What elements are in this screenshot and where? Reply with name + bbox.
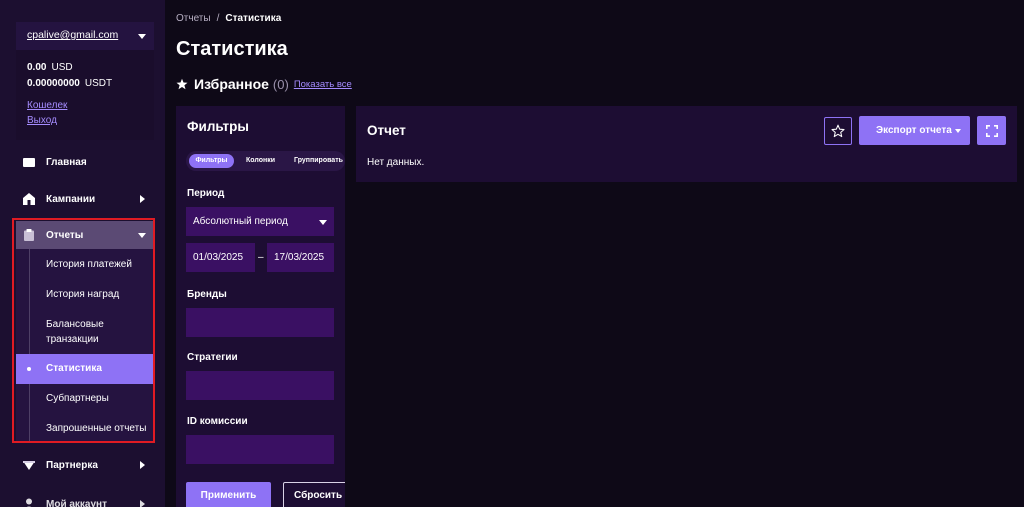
diamond-icon	[23, 461, 35, 470]
date-from-input[interactable]: 01/03/2025	[186, 243, 255, 272]
balance-usdt: 0.00000000 USDT	[27, 78, 112, 89]
report-panel: Отчет Нет данных. Экспорт отчета	[356, 106, 1017, 182]
show-all-link[interactable]: Показать все	[294, 79, 352, 90]
sidebar-item-home[interactable]: Главная	[16, 148, 154, 176]
star-icon	[176, 78, 188, 90]
commission-id-input[interactable]	[186, 435, 334, 464]
account-card: cpalive@gmail.com 0.00 USD 0.00000000 USDT…	[16, 22, 154, 140]
page-title: Статистика	[176, 38, 288, 60]
breadcrumb-separator: /	[216, 13, 220, 24]
export-report-button[interactable]: Экспорт отчета	[859, 116, 970, 145]
breadcrumb-parent-link[interactable]: Отчеты	[176, 13, 211, 24]
strategies-input[interactable]	[186, 371, 334, 400]
chevron-right-icon	[140, 195, 145, 203]
export-report-label: Экспорт отчета	[876, 125, 952, 136]
fullscreen-button[interactable]	[977, 116, 1006, 145]
balance-amount: 0.00	[27, 62, 47, 73]
brands-label: Бренды	[187, 289, 227, 300]
chevron-right-icon	[140, 461, 145, 469]
add-favorite-button[interactable]	[824, 117, 852, 145]
favorites-row: Избранное (0) Показать все	[176, 76, 352, 92]
fullscreen-icon	[985, 124, 998, 137]
sidebar-item-label: Главная	[46, 156, 87, 168]
balance-usd: 0.00 USD	[27, 62, 73, 73]
period-select-value: Абсолютный период	[193, 216, 288, 227]
filters-panel: Фильтры Фильтры Колонки Группировать Пер…	[176, 106, 345, 507]
sidebar: cpalive@gmail.com 0.00 USD 0.00000000 USDT…	[0, 0, 165, 507]
chevron-down-icon[interactable]	[138, 34, 146, 39]
breadcrumb: Отчеты / Статистика	[176, 13, 281, 24]
wallet-link[interactable]: Кошелек	[27, 100, 67, 111]
account-dropdown[interactable]: cpalive@gmail.com	[16, 22, 154, 50]
balance-currency: USDT	[84, 78, 113, 89]
favorites-count: (0)	[272, 76, 289, 92]
chevron-down-icon	[319, 220, 327, 225]
tab-columns[interactable]: Колонки	[246, 154, 275, 168]
period-select[interactable]: Абсолютный период	[186, 207, 334, 236]
sidebar-item-my-account[interactable]: Мой аккаунт	[16, 490, 154, 507]
report-title: Отчет	[367, 123, 406, 138]
filter-tabs: Фильтры Колонки Группировать	[186, 151, 345, 171]
date-range-dash: –	[258, 252, 264, 263]
balance-amount: 0.00000000	[27, 78, 80, 89]
date-to-input[interactable]: 17/03/2025	[267, 243, 334, 272]
chevron-down-icon	[955, 129, 961, 133]
sidebar-item-partner[interactable]: Партнерка	[16, 451, 154, 479]
home-screen-icon	[23, 158, 35, 167]
sidebar-item-label: Мой аккаунт	[46, 498, 107, 507]
date-from-value: 01/03/2025	[193, 252, 244, 263]
period-label: Период	[187, 188, 225, 199]
sidebar-item-label: Партнерка	[46, 459, 98, 471]
sidebar-item-label: Кампании	[46, 193, 96, 205]
favorites-label: Избранное	[194, 76, 269, 92]
strategies-label: Стратегии	[187, 352, 238, 363]
account-email[interactable]: cpalive@gmail.com	[27, 29, 118, 41]
tab-grouping[interactable]: Группировать	[294, 154, 343, 168]
brands-input[interactable]	[186, 308, 334, 337]
date-to-value: 17/03/2025	[274, 252, 325, 263]
logout-link[interactable]: Выход	[27, 115, 57, 126]
tab-filters[interactable]: Фильтры	[189, 154, 234, 168]
user-icon	[26, 498, 32, 507]
house-icon	[23, 193, 35, 205]
sidebar-item-campaigns[interactable]: Кампании	[16, 185, 154, 213]
highlight-annotation-box	[12, 218, 155, 443]
commission-id-label: ID комиссии	[187, 416, 248, 427]
reset-button[interactable]: Сбросить	[283, 482, 345, 507]
breadcrumb-current: Статистика	[225, 13, 282, 24]
apply-button[interactable]: Применить	[186, 482, 271, 507]
chevron-right-icon	[140, 500, 145, 507]
star-outline-icon	[831, 124, 845, 138]
balance-currency: USD	[51, 62, 73, 73]
report-empty-text: Нет данных.	[367, 157, 425, 168]
filters-title: Фильтры	[187, 119, 249, 134]
